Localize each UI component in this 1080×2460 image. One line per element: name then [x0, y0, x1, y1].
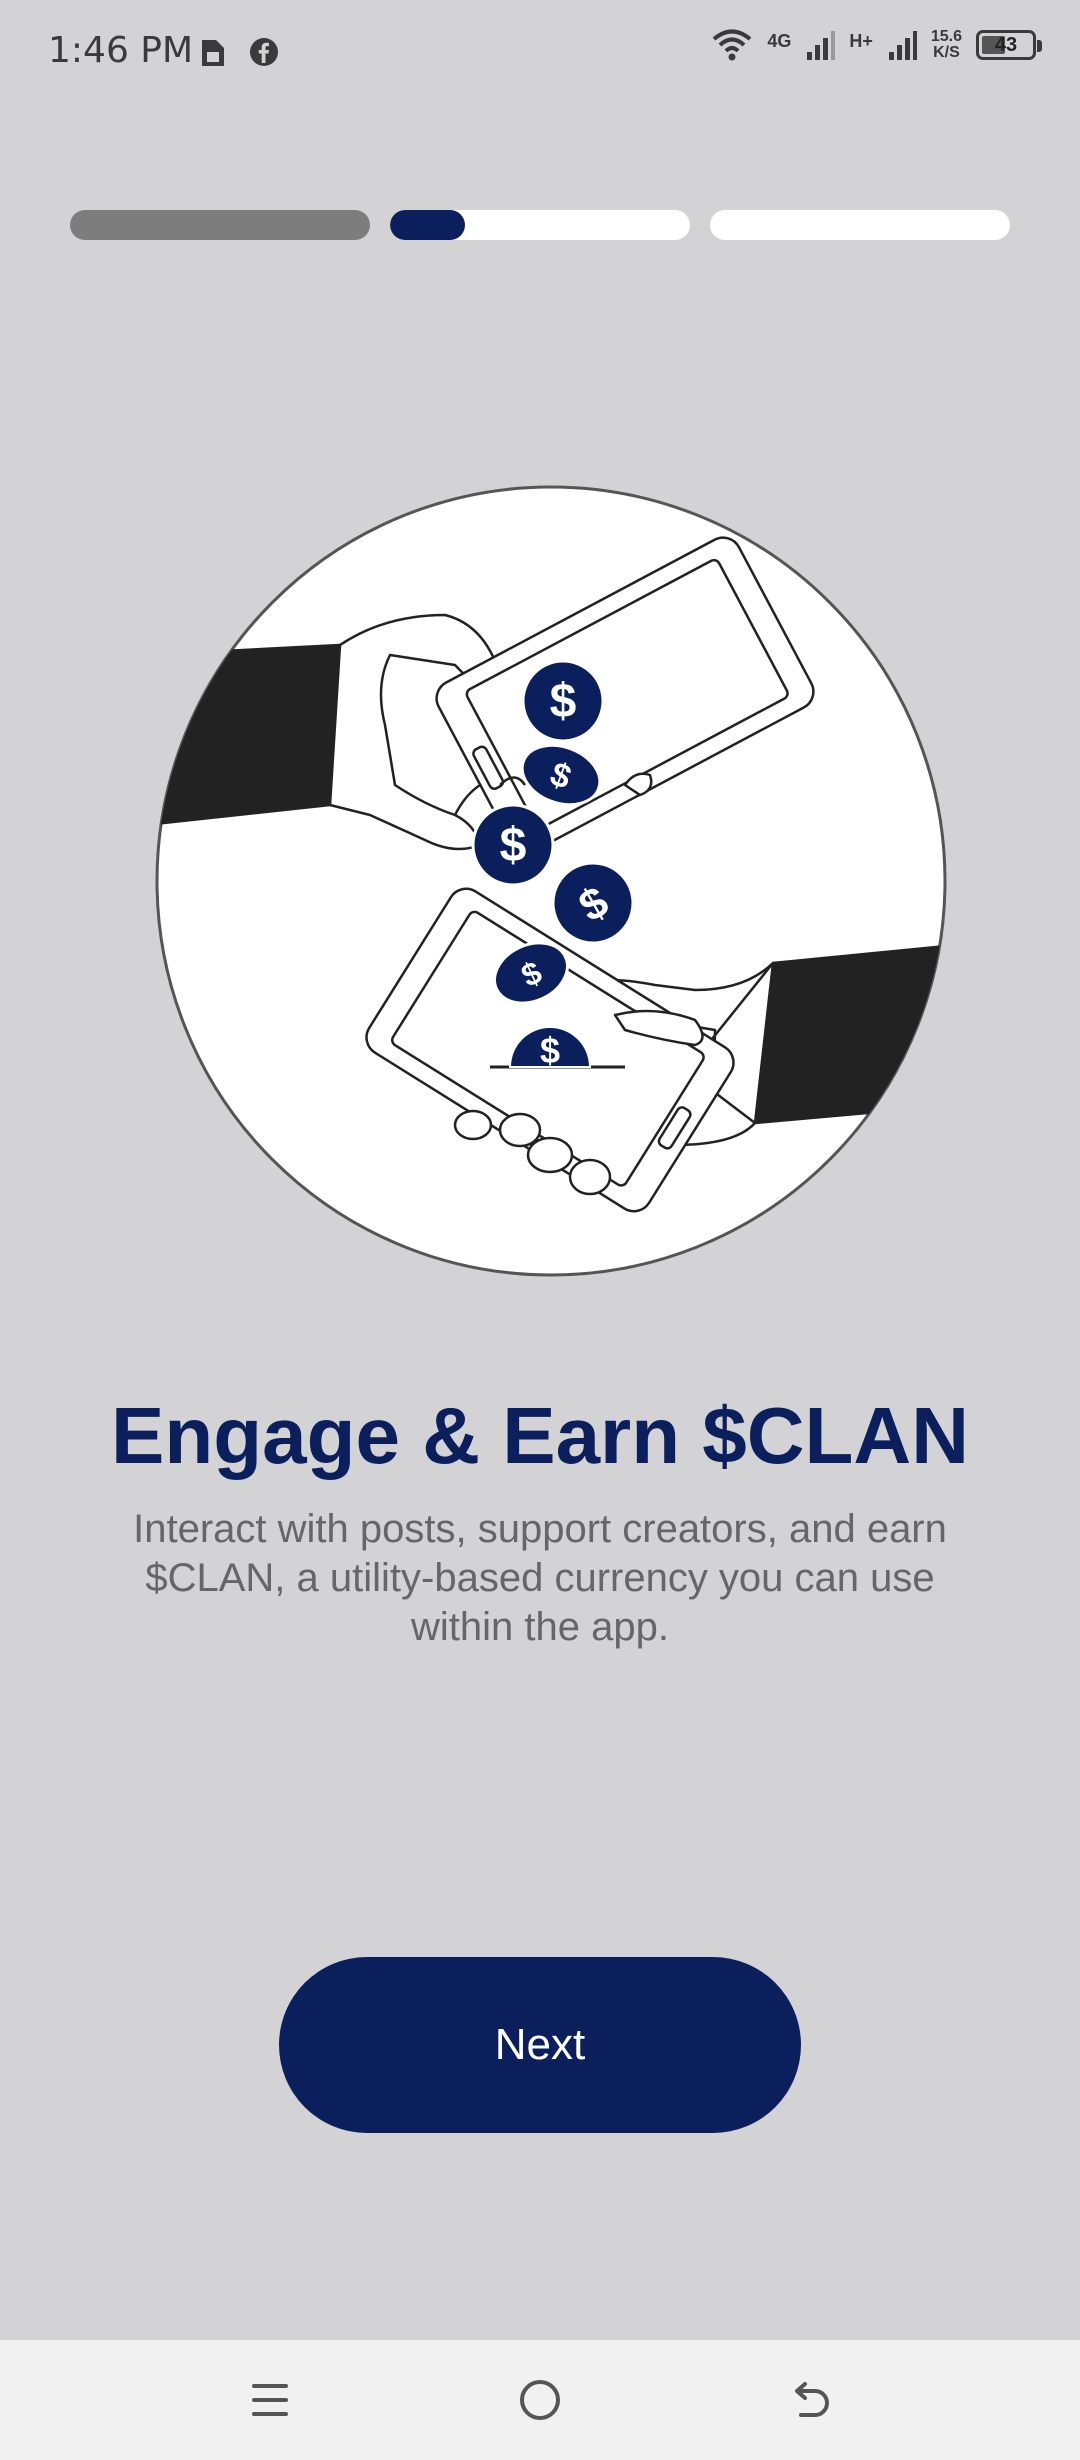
- progress-segment-2: [390, 210, 690, 240]
- hands-exchanging-phones-coins-illustration: $ $ $ $ $ $: [155, 485, 947, 1277]
- network-speed: 15.6 K/S: [931, 29, 962, 61]
- system-navigation-bar: [0, 2340, 1080, 2460]
- battery-level: 43: [994, 33, 1018, 56]
- home-icon: [520, 2380, 560, 2420]
- signal-icon: [807, 31, 836, 60]
- network-type-hplus: H+: [849, 31, 873, 51]
- menu-button[interactable]: [240, 2370, 300, 2430]
- progress-segment-3: [710, 210, 1010, 240]
- onboarding-progress: [70, 210, 1010, 240]
- svg-text:$: $: [500, 819, 527, 872]
- network-type-4g: 4G: [767, 31, 792, 51]
- speed-unit: K/S: [933, 44, 960, 61]
- progress-segment-1: [70, 210, 370, 240]
- onboarding-title: Engage & Earn $CLAN: [111, 1391, 969, 1480]
- back-icon: [795, 2382, 829, 2417]
- speed-value: 15.6: [930, 28, 962, 45]
- battery-icon: 43: [976, 30, 1042, 60]
- onboarding-description: Interact with posts, support creators, a…: [133, 1507, 947, 1649]
- notification-icons: [198, 36, 280, 70]
- status-time: 1:46 PM: [48, 30, 194, 71]
- signal-icon-2: [888, 31, 917, 60]
- status-right-icons: 4G H+ 15.6 K/S 43: [711, 28, 1042, 62]
- svg-text:$: $: [540, 1030, 560, 1071]
- sim-card-icon: [202, 40, 224, 66]
- progress-segment-2-fill: [390, 210, 465, 240]
- wifi-icon: [713, 29, 752, 61]
- status-bar: 1:46 PM 4G H+ 15.6 K/S 43: [0, 0, 1080, 110]
- menu-icon: [252, 2384, 288, 2416]
- facebook-icon: [250, 38, 278, 66]
- next-button[interactable]: Next: [279, 1957, 801, 2133]
- back-button[interactable]: [780, 2370, 840, 2430]
- home-button[interactable]: [510, 2370, 570, 2430]
- svg-text:$: $: [550, 675, 577, 728]
